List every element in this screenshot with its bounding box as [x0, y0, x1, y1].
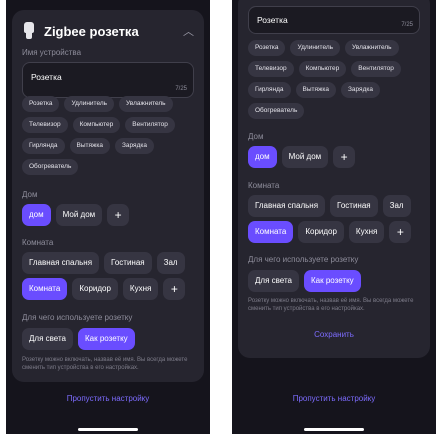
add-room-button[interactable]: + — [389, 221, 412, 243]
suggestion-chip[interactable]: Удлинитель — [64, 96, 115, 112]
device-setup-card: Zigbee розетка ︿ Имя устройства Розетка … — [12, 10, 204, 382]
usage-option-selected[interactable]: Как розетку — [304, 270, 361, 292]
usage-label: Для чего используете розетку — [248, 255, 359, 264]
usage-hint: Розетку можно включать, назвав её имя. В… — [22, 357, 188, 371]
device-name-field[interactable]: Розетка 7/25 — [248, 6, 420, 34]
room-option-selected[interactable]: Комната — [22, 278, 68, 300]
suggestion-chip[interactable]: Розетка — [22, 96, 60, 112]
chevron-up-icon[interactable]: ︿ — [183, 23, 194, 39]
room-options-row1: Главная спальня Гостиная Зал — [22, 252, 196, 274]
add-room-button[interactable]: + — [163, 278, 186, 300]
name-suggestions: Розетка Удлинитель Увлажнитель Телевизор… — [248, 40, 422, 119]
usage-hint: Розетку можно включать, назвав её имя. В… — [248, 298, 414, 312]
usage-label: Для чего используете розетку — [22, 313, 133, 322]
home-label: Дом — [248, 132, 264, 141]
suggestion-chip[interactable]: Обогреватель — [22, 159, 79, 175]
home-indicator — [78, 428, 138, 431]
skip-setup-link[interactable]: Пропустить настройку — [232, 394, 436, 403]
usage-option[interactable]: Для света — [248, 270, 300, 292]
usage-option[interactable]: Для света — [22, 328, 74, 350]
device-name-value: Розетка — [31, 72, 62, 82]
card-header[interactable]: Zigbee розетка ︿ — [22, 20, 194, 42]
socket-icon — [22, 22, 36, 40]
suggestion-chip[interactable]: Вентилятор — [125, 117, 175, 133]
suggestion-chip[interactable]: Розетка — [248, 40, 286, 56]
home-label: Дом — [22, 190, 38, 199]
room-option[interactable]: Гостиная — [330, 195, 378, 217]
suggestion-chip[interactable]: Вытяжка — [69, 138, 110, 154]
suggestion-chip[interactable]: Компьютер — [72, 117, 121, 133]
suggestion-chip[interactable]: Обогреватель — [248, 103, 305, 119]
room-options-row2: Комната Коридор Кухня + — [22, 278, 196, 300]
device-name-field[interactable]: Розетка 7/25 — [22, 62, 194, 98]
add-home-button[interactable]: + — [333, 146, 356, 168]
room-label: Комната — [248, 181, 280, 190]
suggestion-chip[interactable]: Увлажнитель — [119, 96, 173, 112]
device-name-value: Розетка — [257, 15, 288, 25]
name-suggestions: Розетка Удлинитель Увлажнитель Телевизор… — [22, 96, 196, 175]
save-button[interactable]: Сохранить — [238, 330, 430, 339]
suggestion-chip[interactable]: Компьютер — [298, 61, 347, 77]
home-option[interactable]: Мой дом — [281, 146, 329, 168]
room-option[interactable]: Гостиная — [104, 252, 152, 274]
suggestion-chip[interactable]: Гирлянда — [248, 82, 291, 98]
device-name-label: Имя устройства — [22, 48, 82, 57]
suggestion-chip[interactable]: Увлажнитель — [345, 40, 399, 56]
char-counter: 7/25 — [175, 86, 187, 92]
home-options: дом Мой дом + — [248, 146, 422, 168]
room-options-row1: Главная спальня Гостиная Зал — [248, 195, 422, 217]
home-option-selected[interactable]: дом — [22, 204, 51, 226]
usage-option-selected[interactable]: Как розетку — [78, 328, 135, 350]
home-option-selected[interactable]: дом — [248, 146, 277, 168]
suggestion-chip[interactable]: Гирлянда — [22, 138, 65, 154]
device-setup-card: Розетка 7/25 Розетка Удлинитель Увлажнит… — [238, 0, 430, 358]
room-options-row2: Комната Коридор Кухня + — [248, 221, 422, 243]
home-options: дом Мой дом + — [22, 204, 196, 226]
room-option[interactable]: Кухня — [348, 221, 385, 243]
room-option[interactable]: Коридор — [298, 221, 344, 243]
room-label: Комната — [22, 238, 54, 247]
usage-options: Для света Как розетку — [22, 328, 196, 350]
home-indicator — [304, 428, 364, 431]
screen-left: Zigbee розетка ︿ Имя устройства Розетка … — [6, 0, 210, 434]
skip-setup-link[interactable]: Пропустить настройку — [6, 394, 210, 403]
room-option[interactable]: Главная спальня — [22, 252, 100, 274]
room-option-selected[interactable]: Комната — [248, 221, 294, 243]
suggestion-chip[interactable]: Удлинитель — [290, 40, 341, 56]
suggestion-chip[interactable]: Зарядка — [340, 82, 380, 98]
usage-options: Для света Как розетку — [248, 270, 422, 292]
char-counter: 7/25 — [401, 22, 413, 28]
room-option[interactable]: Зал — [156, 252, 185, 274]
suggestion-chip[interactable]: Телевизор — [22, 117, 68, 133]
room-option[interactable]: Кухня — [122, 278, 159, 300]
home-option[interactable]: Мой дом — [55, 204, 103, 226]
room-option[interactable]: Коридор — [72, 278, 118, 300]
device-title: Zigbee розетка — [44, 23, 139, 39]
suggestion-chip[interactable]: Вытяжка — [295, 82, 336, 98]
suggestion-chip[interactable]: Телевизор — [248, 61, 294, 77]
add-home-button[interactable]: + — [107, 204, 130, 226]
suggestion-chip[interactable]: Вентилятор — [351, 61, 401, 77]
suggestion-chip[interactable]: Зарядка — [114, 138, 154, 154]
room-option[interactable]: Главная спальня — [248, 195, 326, 217]
screen-right: Розетка 7/25 Розетка Удлинитель Увлажнит… — [232, 0, 436, 434]
room-option[interactable]: Зал — [382, 195, 411, 217]
